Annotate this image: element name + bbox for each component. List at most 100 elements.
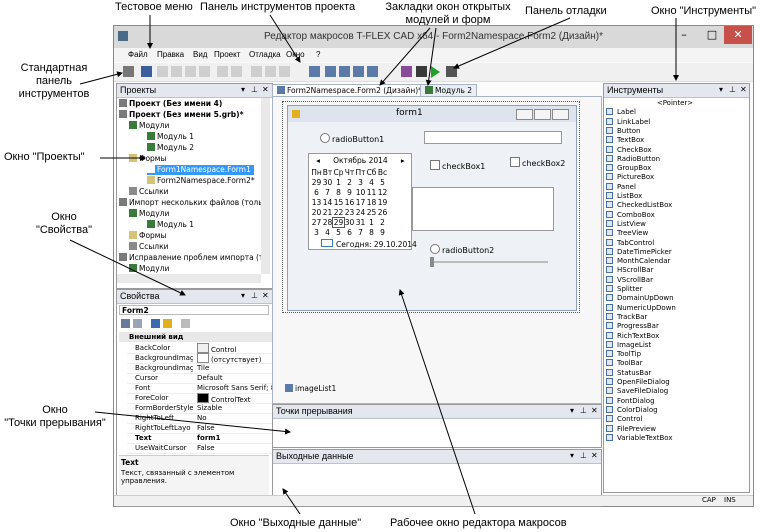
maximize-button[interactable]: □ <box>698 26 726 44</box>
textbox[interactable] <box>424 131 562 144</box>
project-properties-icon[interactable] <box>309 66 320 77</box>
listbox[interactable] <box>412 187 554 231</box>
tool-item[interactable]: DomainUpDown <box>606 294 674 303</box>
tool-item[interactable]: HScrollBar <box>606 266 653 275</box>
checkbox-2[interactable]: checkBox2 <box>510 157 565 168</box>
property-pages-icon[interactable] <box>181 319 190 328</box>
output-pin-icon[interactable]: ⊥ <box>580 451 587 460</box>
object-selector[interactable]: Form2 <box>119 305 269 315</box>
tree-item[interactable]: Формы <box>129 231 166 241</box>
replace-icon[interactable] <box>279 66 290 77</box>
redo-icon[interactable] <box>231 66 242 77</box>
tool-item[interactable]: MonthCalendar <box>606 257 670 266</box>
tree-item[interactable]: Исправление проблем импорта (то <box>119 253 268 263</box>
cut-icon[interactable] <box>157 66 168 77</box>
output-dropdown-icon[interactable]: ▾ <box>570 451 574 460</box>
menu-edit[interactable]: Правка <box>157 50 184 59</box>
calendar-week[interactable]: 3456789 <box>311 228 388 237</box>
tree-item[interactable]: Модуль 2 <box>147 143 194 153</box>
minimize-button[interactable]: – <box>670 26 698 44</box>
tree-item[interactable]: Импорт нескольких файлов (тольк <box>119 198 267 208</box>
calendar-week[interactable]: 2930 1 2 3 4 5 <box>311 178 388 187</box>
tool-item[interactable]: RadioButton <box>606 154 660 164</box>
tool-item[interactable]: RichTextBox <box>606 331 659 341</box>
new-project-icon[interactable] <box>123 66 134 77</box>
tool-item[interactable]: ToolBar <box>606 359 643 368</box>
breakpoint-icon[interactable] <box>416 66 427 77</box>
calendar-prev-icon[interactable]: ◂ <box>313 156 323 165</box>
form-close-icon[interactable] <box>552 109 569 120</box>
tree-item[interactable]: Модуль 1 <box>147 132 194 142</box>
tool-item[interactable]: ColorDialog <box>606 405 658 415</box>
month-calendar[interactable]: ◂ Октябрь 2014 ▸ ПнВтСрЧтПтСбВс 2930 1 2 3 4… <box>308 153 417 250</box>
properties-pin-icon[interactable]: ⊥ <box>251 291 258 300</box>
menu-file[interactable]: Файл <box>128 50 148 59</box>
tool-item[interactable]: Label <box>606 108 636 117</box>
tools-pin-icon[interactable]: ⊥ <box>729 85 736 94</box>
trackbar[interactable] <box>430 261 548 263</box>
tool-item[interactable]: Button <box>606 126 640 136</box>
menu-help[interactable]: ? <box>316 50 320 59</box>
paste-icon[interactable] <box>185 66 196 77</box>
calendar-week[interactable]: 6 7 8 9 101112 <box>311 188 388 197</box>
debug-settings-icon[interactable] <box>401 66 412 77</box>
delete-icon[interactable] <box>199 66 210 77</box>
tool-item[interactable]: Control <box>606 415 642 424</box>
tool-item[interactable]: Panel <box>606 182 636 192</box>
categorized-icon[interactable] <box>121 319 130 328</box>
form-minimize-icon[interactable] <box>516 109 533 120</box>
tool-item[interactable]: VScrollBar <box>606 275 653 285</box>
component-imagelist[interactable]: imageList1 <box>285 384 336 393</box>
output-close-icon[interactable]: ✕ <box>591 451 598 460</box>
property-category[interactable]: Внешний вид <box>119 332 273 342</box>
tool-item[interactable]: GroupBox <box>606 164 651 173</box>
tool-item[interactable]: FontDialog <box>606 396 655 406</box>
tree-item[interactable]: Формы <box>129 154 166 164</box>
breakpoints-dropdown-icon[interactable]: ▾ <box>570 406 574 415</box>
projects-hscrollbar[interactable] <box>117 274 261 283</box>
calendar-week[interactable]: 2728293031 1 2 <box>311 217 388 228</box>
tree-item[interactable]: Form2Namespace.Form2* <box>147 176 255 186</box>
calendar-next-icon[interactable]: ▸ <box>398 156 408 165</box>
projects-dropdown-icon[interactable]: ▾ <box>241 85 245 94</box>
run-icon[interactable] <box>431 66 440 78</box>
tool-item[interactable]: ToolTip <box>606 350 641 359</box>
tool-item[interactable]: SaveFileDialog <box>606 387 668 396</box>
projects-pin-icon[interactable]: ⊥ <box>251 85 258 94</box>
properties-view-icon[interactable] <box>151 319 160 328</box>
tool-item[interactable]: PictureBox <box>606 173 654 182</box>
close-button[interactable]: ✕ <box>724 26 752 44</box>
undo-icon[interactable] <box>217 66 228 77</box>
stop-icon[interactable] <box>446 66 457 77</box>
tree-item-selected[interactable]: Form1Namespace.Form1 <box>147 165 254 175</box>
trackbar-thumb[interactable] <box>430 257 434 267</box>
checkbox-1[interactable]: checkBox1 <box>430 160 485 171</box>
calendar-week[interactable]: 20212223242526 <box>311 208 388 217</box>
tool-item[interactable]: Splitter <box>606 285 642 294</box>
projects-close-icon[interactable]: ✕ <box>262 85 269 94</box>
tool-item[interactable]: ImageList <box>606 340 651 350</box>
tool-item[interactable]: ListView <box>606 219 646 229</box>
add-form-icon[interactable] <box>339 66 350 77</box>
projects-scrollbar[interactable] <box>261 98 270 274</box>
tree-item[interactable]: Ссылки <box>129 242 168 252</box>
save-icon[interactable] <box>141 66 152 77</box>
breakpoints-pin-icon[interactable]: ⊥ <box>580 406 587 415</box>
tools-dropdown-icon[interactable]: ▾ <box>719 85 723 94</box>
events-icon[interactable] <box>163 319 172 328</box>
form-maximize-icon[interactable] <box>534 109 551 120</box>
menu-view[interactable]: Вид <box>193 50 207 59</box>
tool-item[interactable]: <Pointer> <box>606 99 744 108</box>
tree-item[interactable]: Модули <box>129 121 169 131</box>
tool-item[interactable]: ComboBox <box>606 210 655 220</box>
tool-item[interactable]: TextBox <box>606 136 644 145</box>
tool-item[interactable]: CheckedListBox <box>606 201 672 210</box>
tree-item[interactable]: Проект (Без имени 4) <box>119 99 222 109</box>
tool-item[interactable]: StatusBar <box>606 368 651 378</box>
add-reference-icon[interactable] <box>353 66 364 77</box>
menu-debug[interactable]: Отладка <box>249 50 281 59</box>
tool-item[interactable]: TrackBar <box>606 312 647 322</box>
tool-item[interactable]: ListBox <box>606 192 642 201</box>
tool-item[interactable]: DateTimePicker <box>606 247 672 257</box>
tree-item[interactable]: Модуль 1 <box>147 220 194 230</box>
